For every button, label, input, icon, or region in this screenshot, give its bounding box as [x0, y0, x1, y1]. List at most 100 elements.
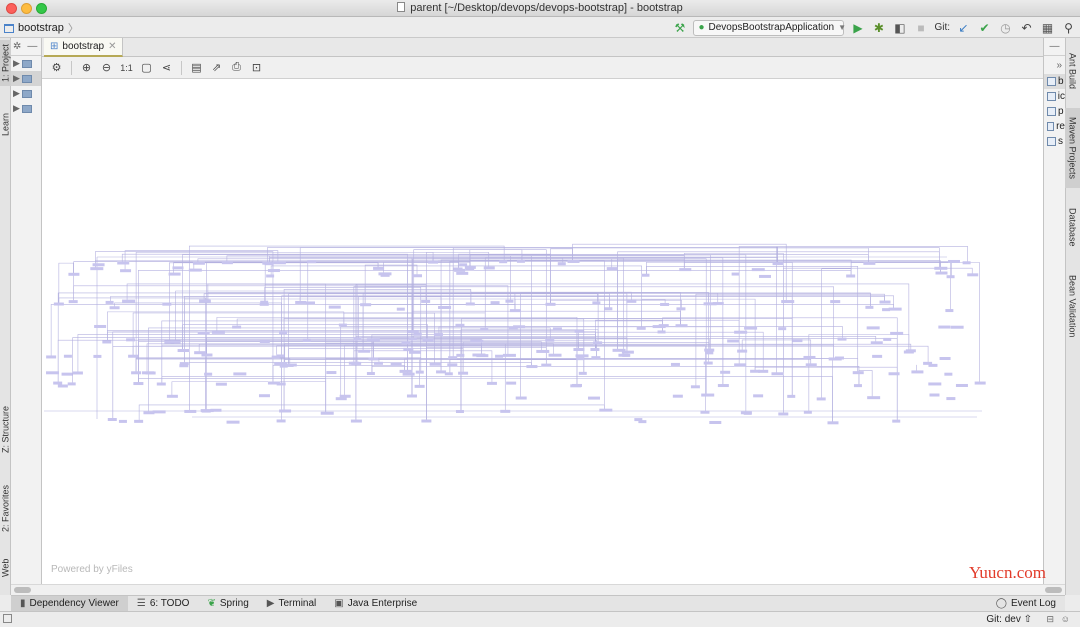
- graph-node[interactable]: [867, 396, 881, 400]
- graph-node[interactable]: [421, 299, 431, 303]
- graph-node[interactable]: [717, 384, 729, 388]
- export-icon[interactable]: ⇗: [208, 59, 225, 76]
- graph-node[interactable]: [852, 371, 864, 375]
- graph-node[interactable]: [705, 351, 714, 355]
- graph-node[interactable]: [455, 323, 465, 327]
- graph-node[interactable]: [226, 420, 240, 424]
- graph-node[interactable]: [751, 268, 765, 272]
- tab-java-enterprise[interactable]: ▣ Java Enterprise: [325, 596, 426, 612]
- graph-node[interactable]: [184, 409, 197, 413]
- graph-node[interactable]: [834, 356, 844, 360]
- graph-node[interactable]: [305, 301, 315, 305]
- graph-node[interactable]: [502, 353, 516, 357]
- graph-node[interactable]: [612, 348, 626, 352]
- graph-node[interactable]: [107, 417, 117, 421]
- expand-arrow-icon[interactable]: ▶: [13, 88, 20, 99]
- graph-node[interactable]: [712, 302, 724, 306]
- diagram-settings-icon[interactable]: ⚙: [48, 59, 65, 76]
- graph-node[interactable]: [131, 371, 142, 375]
- hide-panel-icon[interactable]: —: [1050, 41, 1060, 52]
- dependency-graph[interactable]: [42, 79, 1043, 584]
- graph-node[interactable]: [465, 267, 475, 271]
- graph-node[interactable]: [641, 273, 650, 277]
- graph-node[interactable]: [703, 361, 713, 365]
- horizontal-scrollbar[interactable]: [11, 584, 1065, 595]
- tree-item[interactable]: ▶: [11, 86, 41, 101]
- graph-node[interactable]: [567, 259, 580, 263]
- graph-node[interactable]: [428, 260, 439, 264]
- graph-node[interactable]: [128, 354, 139, 358]
- graph-node[interactable]: [414, 384, 425, 388]
- graph-node[interactable]: [271, 355, 280, 359]
- print-preview-icon[interactable]: ⊡: [248, 59, 265, 76]
- stop-icon[interactable]: ■: [913, 20, 928, 35]
- graph-node[interactable]: [436, 370, 447, 374]
- graph-node[interactable]: [57, 384, 68, 388]
- graph-node[interactable]: [133, 382, 144, 386]
- graph-node[interactable]: [152, 410, 166, 414]
- graph-node[interactable]: [805, 363, 817, 367]
- graph-node[interactable]: [592, 301, 601, 305]
- graph-node[interactable]: [636, 326, 646, 330]
- graph-node[interactable]: [166, 394, 178, 398]
- graph-node[interactable]: [415, 370, 424, 374]
- tab-terminal[interactable]: ▶ Terminal: [258, 596, 326, 612]
- graph-node[interactable]: [68, 272, 80, 276]
- maven-project-item[interactable]: p: [1044, 104, 1065, 119]
- graph-node[interactable]: [68, 300, 78, 304]
- graph-node[interactable]: [353, 337, 362, 341]
- graph-node[interactable]: [210, 408, 222, 412]
- graph-node[interactable]: [573, 347, 585, 351]
- graph-node[interactable]: [576, 357, 585, 361]
- graph-node[interactable]: [444, 372, 453, 376]
- graph-node[interactable]: [170, 340, 181, 344]
- graph-node[interactable]: [480, 327, 489, 331]
- graph-node[interactable]: [458, 371, 469, 375]
- tree-item[interactable]: ▶: [11, 71, 41, 86]
- graph-node[interactable]: [526, 365, 538, 369]
- graph-node[interactable]: [578, 371, 587, 375]
- graph-node[interactable]: [396, 307, 405, 311]
- graph-node[interactable]: [358, 349, 371, 353]
- graph-node[interactable]: [604, 307, 613, 311]
- graph-node[interactable]: [516, 259, 525, 263]
- expand-arrow-icon[interactable]: ▶: [13, 103, 20, 114]
- graph-node[interactable]: [204, 372, 213, 376]
- graph-node[interactable]: [172, 266, 184, 270]
- graph-node[interactable]: [53, 302, 64, 306]
- graph-node[interactable]: [574, 329, 584, 333]
- graph-node[interactable]: [368, 357, 379, 361]
- graph-node[interactable]: [967, 273, 979, 277]
- graph-node[interactable]: [778, 412, 789, 416]
- graph-node[interactable]: [412, 274, 423, 278]
- graph-node[interactable]: [734, 330, 748, 334]
- graph-node[interactable]: [606, 267, 618, 271]
- graph-node[interactable]: [360, 303, 372, 307]
- graph-node[interactable]: [879, 300, 891, 304]
- graph-node[interactable]: [192, 261, 205, 265]
- settings-gear-icon[interactable]: ✲: [13, 41, 21, 52]
- fit-content-icon[interactable]: ▢: [138, 59, 155, 76]
- graph-node[interactable]: [923, 361, 933, 365]
- graph-node[interactable]: [233, 372, 247, 376]
- graph-node[interactable]: [429, 362, 441, 366]
- graph-node[interactable]: [935, 271, 948, 275]
- graph-node[interactable]: [882, 308, 891, 312]
- graph-node[interactable]: [505, 299, 514, 303]
- graph-node[interactable]: [888, 307, 902, 311]
- git-history-icon[interactable]: ◷: [998, 20, 1013, 35]
- graph-node[interactable]: [590, 348, 600, 352]
- graph-node[interactable]: [905, 349, 916, 353]
- tab-bootstrap-diagram[interactable]: ⊞ bootstrap ✕: [44, 38, 124, 57]
- graph-node[interactable]: [618, 353, 629, 357]
- graph-node[interactable]: [283, 363, 294, 367]
- graph-node[interactable]: [399, 369, 413, 373]
- graph-node[interactable]: [221, 261, 233, 265]
- breadcrumb-item[interactable]: bootstrap: [18, 22, 64, 34]
- graph-node[interactable]: [955, 383, 968, 387]
- graph-node[interactable]: [470, 339, 484, 343]
- graph-node[interactable]: [401, 341, 411, 345]
- graph-node[interactable]: [105, 300, 114, 304]
- graph-node[interactable]: [701, 393, 715, 397]
- graph-node[interactable]: [704, 348, 715, 352]
